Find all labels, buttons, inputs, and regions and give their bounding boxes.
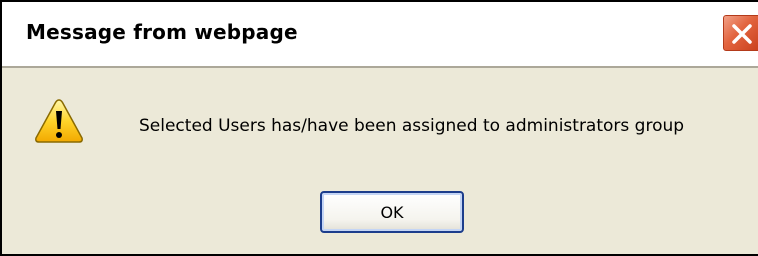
ok-button[interactable]: OK	[320, 191, 464, 233]
close-button[interactable]	[722, 14, 758, 52]
warning-icon	[35, 99, 83, 143]
dialog-title: Message from webpage	[26, 20, 298, 44]
close-icon	[732, 24, 752, 44]
title-bar[interactable]: Message from webpage	[2, 2, 758, 68]
dialog-message: Selected Users has/have been assigned to…	[139, 116, 685, 136]
dialog-content: Selected Users has/have been assigned to…	[2, 68, 758, 256]
message-dialog: Message from webpage Selected Users has/…	[0, 0, 758, 256]
ok-button-label: OK	[380, 202, 404, 222]
